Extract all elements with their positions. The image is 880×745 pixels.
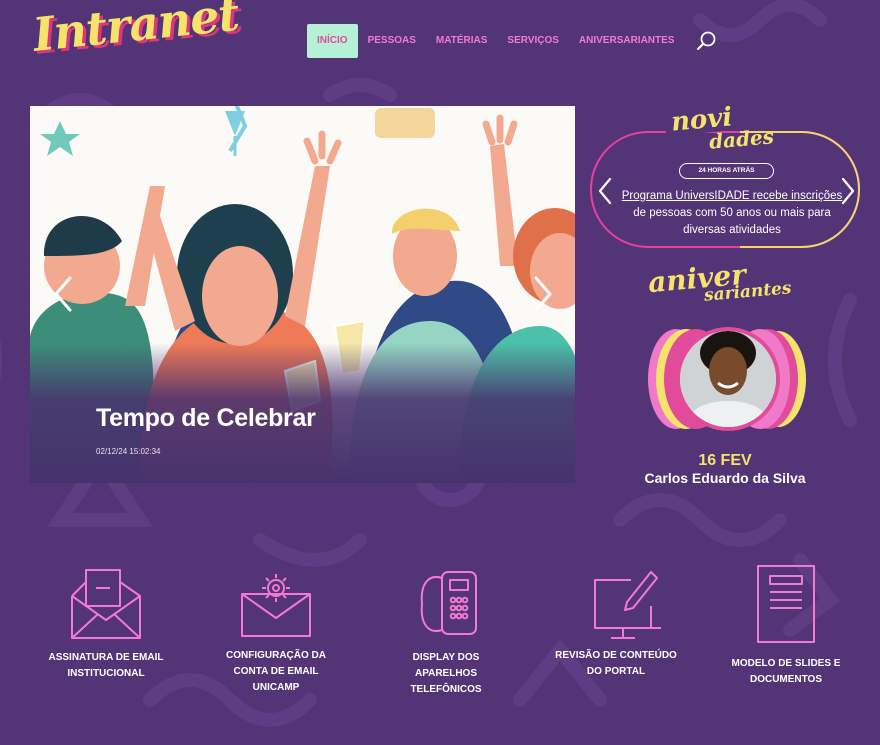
service-label: DISPLAY DOS APARELHOS TELEFÔNICOS xyxy=(410,652,482,695)
logo-text: Intranet xyxy=(30,0,242,62)
news-prev-icon[interactable] xyxy=(597,177,613,205)
monitor-pen-icon xyxy=(594,571,661,639)
nav-item-servicos[interactable]: SERVIÇOS xyxy=(497,24,569,58)
chevron-right-icon[interactable] xyxy=(530,274,556,314)
birthdays-heading-line2: sariantes xyxy=(703,278,793,306)
desk-phone-icon xyxy=(420,571,477,635)
envelope-open-icon xyxy=(71,569,141,639)
hero-carousel[interactable]: Tempo de Celebrar 02/12/24 15:02:34 xyxy=(30,106,575,483)
service-portal-review[interactable]: REVISÃO DE CONTEÚDO DO PORTAL xyxy=(551,566,681,680)
news-time-badge: 24 HORAS ATRÁS xyxy=(679,163,774,179)
news-next-icon[interactable] xyxy=(840,177,856,205)
birthday-photo[interactable] xyxy=(648,327,818,433)
service-label: MODELO DE SLIDES E DOCUMENTOS xyxy=(731,658,841,685)
nav-item-inicio[interactable]: INÍCIO xyxy=(307,24,358,58)
envelope-gear-icon xyxy=(241,574,311,637)
intranet-logo[interactable]: Intranet xyxy=(30,0,241,78)
nav-item-pessoas[interactable]: PESSOAS xyxy=(358,24,426,58)
service-email-signature[interactable]: ASSINATURA DE EMAIL INSTITUCIONAL xyxy=(41,568,171,682)
service-label: CONFIGURAÇÃO DA CONTA DE EMAIL UNICAMP xyxy=(226,650,326,693)
news-text: Programa UniversIDADE recebe inscrições … xyxy=(620,188,844,239)
chevron-left-icon[interactable] xyxy=(50,274,76,314)
news-heading-line2: dades xyxy=(708,124,775,154)
nav-item-materias[interactable]: MATÉRIAS xyxy=(426,24,497,58)
birthday-name[interactable]: Carlos Eduardo da Silva xyxy=(600,470,850,486)
service-slide-templates[interactable]: MODELO DE SLIDES E DOCUMENTOS xyxy=(721,564,851,688)
hero-title[interactable]: Tempo de Celebrar xyxy=(96,404,316,433)
main-nav: INÍCIO PESSOAS MATÉRIAS SERVIÇOS ANIVERS… xyxy=(307,24,718,58)
birthday-date: 16 FEV xyxy=(698,452,752,469)
service-label: ASSINATURA DE EMAIL INSTITUCIONAL xyxy=(48,652,164,679)
service-label: REVISÃO DE CONTEÚDO DO PORTAL xyxy=(555,650,677,677)
document-icon xyxy=(757,565,815,643)
service-email-config[interactable]: CONFIGURAÇÃO DA CONTA DE EMAIL UNICAMP xyxy=(211,572,341,696)
nav-item-aniversariantes[interactable]: ANIVERSARIANTES xyxy=(569,24,685,58)
hero-date: 02/12/24 15:02:34 xyxy=(96,447,161,456)
news-text-rest: de pessoas com 50 anos ou mais para dive… xyxy=(633,207,831,236)
news-link[interactable]: Programa UniversIDADE recebe inscrições xyxy=(622,190,843,202)
service-phone-display[interactable]: DISPLAY DOS APARELHOS TELEFÔNICOS xyxy=(381,568,511,698)
search-icon[interactable] xyxy=(696,30,718,52)
